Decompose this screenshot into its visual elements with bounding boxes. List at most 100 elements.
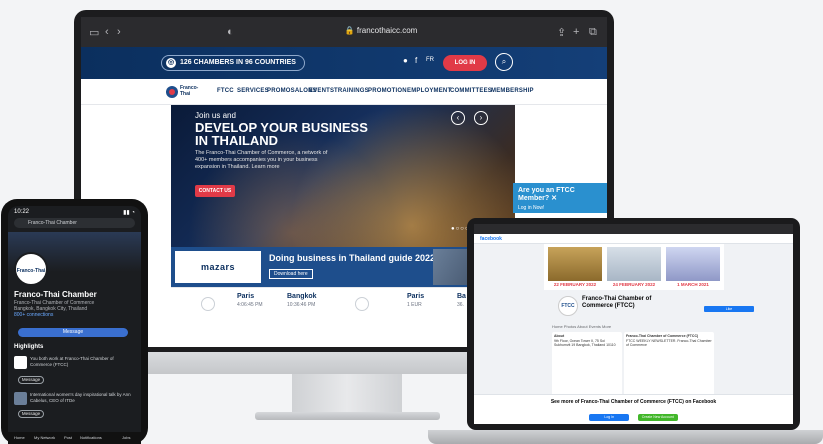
facebook-icon[interactable]: f <box>415 56 417 65</box>
imac-stand <box>292 374 402 414</box>
top-band: ◎ 126 CHAMBERS IN 96 COUNTRIES ● f FR LOG… <box>81 47 607 79</box>
new-tab-icon[interactable]: + <box>573 26 579 38</box>
fb-like-button[interactable]: Like <box>704 306 754 312</box>
phone-message-button[interactable]: Message <box>18 328 128 337</box>
tab-jobs[interactable]: Jobs <box>122 435 130 440</box>
phone-profile-logo[interactable]: Franco-Thai <box>14 252 48 286</box>
fb-post-card: Franco-Thai Chamber of Commerce (FTCC) FT… <box>624 332 714 402</box>
currency-icon <box>355 297 369 311</box>
rate-thb: Ba 36. <box>457 293 466 308</box>
cover-date-2: 24 FEBRUARY 2022 <box>612 282 656 287</box>
hero-pretitle: Join us and <box>195 111 236 120</box>
hero-body: The Franco-Thai Chamber of Commerce, a n… <box>195 150 328 170</box>
main-nav: Franco-Thai FTCC SERVICES PROMOSALONS EV… <box>81 79 607 105</box>
nav-committees[interactable]: COMMITTEES <box>450 88 492 94</box>
chambers-label: 126 CHAMBERS IN 96 COUNTRIES <box>180 59 296 66</box>
post-body: FTCC WEEKLY NEWSLETTER. Franco-Thai Cham… <box>626 338 712 348</box>
clock-bangkok: Bangkok 10:36:46 PM <box>287 293 317 308</box>
url-text: francothaicc.com <box>356 26 418 35</box>
phone-post-1-message[interactable]: Message <box>18 376 44 384</box>
fb-create-account-button[interactable]: Create New Account <box>637 414 678 421</box>
tabs-icon[interactable]: ⧉ <box>589 26 597 39</box>
phone-search-text: Franco-Thai Chamber <box>28 220 77 226</box>
back-icon[interactable]: ‹ <box>105 26 109 38</box>
nav-services[interactable]: SERVICES <box>237 88 269 94</box>
slider-next-icon[interactable]: › <box>474 111 488 125</box>
member-sub[interactable]: Log in Now! <box>518 205 602 211</box>
hero-title-line2: IN THAILAND <box>195 133 279 148</box>
about-title: About <box>554 334 565 338</box>
member-login-box[interactable]: Are you an FTCC Member? ✕ Log in Now! <box>513 183 607 213</box>
fb-tabs[interactable]: Home Photos About Events More <box>552 324 611 329</box>
fb-login-prompt: See more of Franco-Thai Chamber of Comme… <box>474 394 793 424</box>
cover-date-3: 1 MARCH 2021 <box>677 282 709 287</box>
nav-promotion[interactable]: PROMOTION <box>368 88 407 94</box>
cover-event-1 <box>548 247 602 281</box>
ftcc-logo[interactable]: Franco-Thai <box>165 84 205 100</box>
mazars-logo: mazars <box>175 251 261 283</box>
signal-icon: ▮▮ ◔ <box>123 210 135 216</box>
phone-time: 10:22 <box>14 209 30 215</box>
nav-trainings[interactable]: TRAININGS <box>334 88 369 94</box>
see-more-text: See more of Franco-Thai Chamber of Comme… <box>550 399 717 405</box>
post-author: Franco-Thai Chamber of Commerce (FTCC) <box>626 334 699 338</box>
url-bar[interactable]: 🔒 francothaicc.com <box>311 26 451 35</box>
download-button[interactable]: Download here <box>269 269 313 279</box>
phone-post-2: International women's day inspirational … <box>30 392 131 403</box>
phone-status-bar: 10:22 ▮▮ ◔ <box>8 206 141 218</box>
nav-ftcc[interactable]: FTCC <box>217 88 234 94</box>
fb-login-button[interactable]: Log In <box>589 414 630 421</box>
phone-profile-sub: Franco-Thai Chamber of Commerce Bangkok,… <box>8 300 141 318</box>
nav-membership[interactable]: MEMBERSHIP <box>491 88 534 94</box>
laptop-screen: facebook 22 FEBRUARY 2022 24 FEBRUARY 20… <box>474 224 793 424</box>
tab-network[interactable]: My Network <box>34 435 55 440</box>
fb-profile-logo[interactable]: FTCC <box>558 296 578 316</box>
language-switch[interactable]: FR <box>426 57 434 63</box>
forward-icon[interactable]: › <box>117 26 121 38</box>
nav-employment[interactable]: EMPLOYMENT <box>407 88 451 94</box>
phone-post-2-message[interactable]: Message <box>18 410 44 418</box>
globe-icon: ◎ <box>166 58 176 68</box>
phone-tab-bar: Home My Network Post Notifications Jobs <box>8 432 141 444</box>
hero-banner: Join us and DEVELOP YOUR BUSINESS IN THAI… <box>171 105 515 247</box>
laptop-browser-bar <box>474 224 793 234</box>
phone-connections[interactable]: 800+ connections <box>14 312 135 318</box>
facebook-cover: 22 FEBRUARY 2022 24 FEBRUARY 2022 1 MARC… <box>544 244 724 290</box>
clock-icon <box>201 297 215 311</box>
facebook-header: facebook <box>474 234 793 244</box>
about-body: 9th Floor, Ocean Tower II, 75 Soi Sukhum… <box>554 338 616 348</box>
cover-event-2 <box>607 247 661 281</box>
member-title: Are you an FTCC Member? <box>518 187 575 202</box>
laptop-base <box>428 430 823 444</box>
rate-eur: Paris 1 EUR <box>407 293 425 308</box>
clock-row: Paris 4:06:45 PM Bangkok 10:36:46 PM Paris… <box>171 287 515 321</box>
clock-paris: Paris 4:06:45 PM <box>237 293 263 308</box>
nav-events[interactable]: EVENTS <box>309 88 334 94</box>
phone-profile-name: Franco-Thai Chamber <box>14 290 97 299</box>
tab-post[interactable]: Post <box>64 435 72 440</box>
phone-screen: 10:22 ▮▮ ◔ Franco-Thai Chamber Franco-Tha… <box>8 206 141 444</box>
cover-date-1: 22 FEBRUARY 2022 <box>553 282 597 287</box>
tab-notifications[interactable]: Notifications <box>80 435 102 440</box>
fb-about-card: About 9th Floor, Ocean Tower II, 75 Soi S… <box>552 332 622 402</box>
guide-banner[interactable]: mazars Doing business in Thailand guide … <box>171 247 515 287</box>
search-icon[interactable]: ⌕ <box>495 53 513 71</box>
tab-home[interactable]: Home <box>14 435 25 440</box>
share-icon[interactable]: ⇪ <box>557 26 566 39</box>
slider-prev-icon[interactable]: ‹ <box>451 111 465 125</box>
hero-title: DEVELOP YOUR BUSINESS IN THAILAND <box>195 121 395 147</box>
phone-highlights-title: Highlights <box>14 344 44 350</box>
close-icon[interactable]: ✕ <box>551 195 557 202</box>
privacy-icon[interactable]: ◐ <box>227 26 234 38</box>
login-button[interactable]: LOG IN <box>443 55 487 71</box>
cover-event-3 <box>666 247 720 281</box>
chambers-pill[interactable]: ◎ 126 CHAMBERS IN 96 COUNTRIES <box>161 55 305 71</box>
sidebar-icon[interactable]: ▭ <box>89 26 99 39</box>
phone-post-1: You both work at Franco-Thai Chamber of … <box>30 356 114 367</box>
user-icon[interactable]: ● <box>403 56 408 65</box>
logo-text: Franco-Thai <box>180 85 199 97</box>
phone-search[interactable]: Franco-Thai Chamber <box>8 218 141 230</box>
fb-page-name: Franco-Thai Chamber of Commerce (FTCC) <box>582 296 652 309</box>
facebook-logo[interactable]: facebook <box>480 236 502 242</box>
contact-us-button[interactable]: CONTACT US <box>195 185 235 197</box>
